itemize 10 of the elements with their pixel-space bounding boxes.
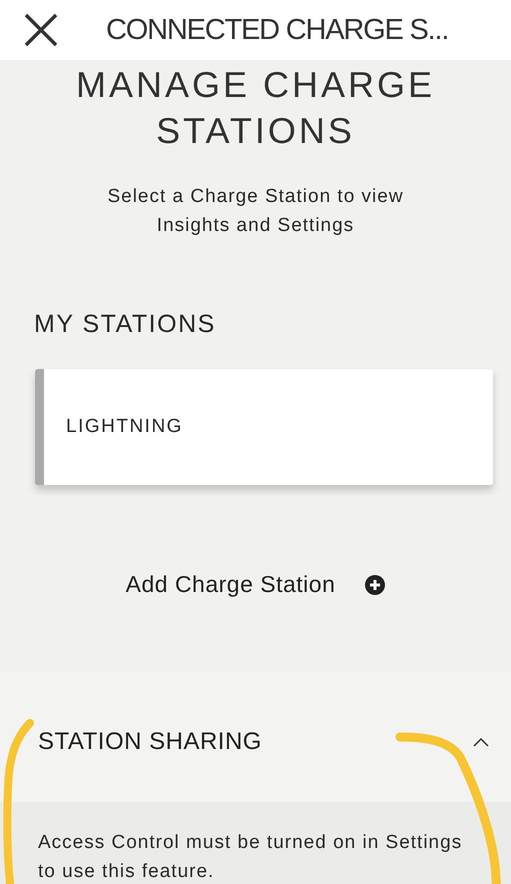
close-icon[interactable] bbox=[24, 13, 58, 47]
screen-title: CONNECTED CHARGE S... bbox=[106, 14, 448, 46]
page-heading: MANAGE CHARGE STATIONS bbox=[76, 63, 436, 153]
sharing-message: Access Control must be turned on in Settings to use this feature. bbox=[38, 831, 464, 884]
station-card[interactable]: LIGHTNING bbox=[35, 369, 493, 485]
add-icon bbox=[365, 574, 386, 594]
add-station-button[interactable]: Add Charge Station bbox=[122, 567, 390, 602]
station-name: LIGHTNING bbox=[66, 416, 183, 438]
page-subtitle: Select a Charge Station to view Insights and Settings bbox=[106, 185, 405, 238]
section-title: MY STATIONS bbox=[34, 310, 217, 339]
